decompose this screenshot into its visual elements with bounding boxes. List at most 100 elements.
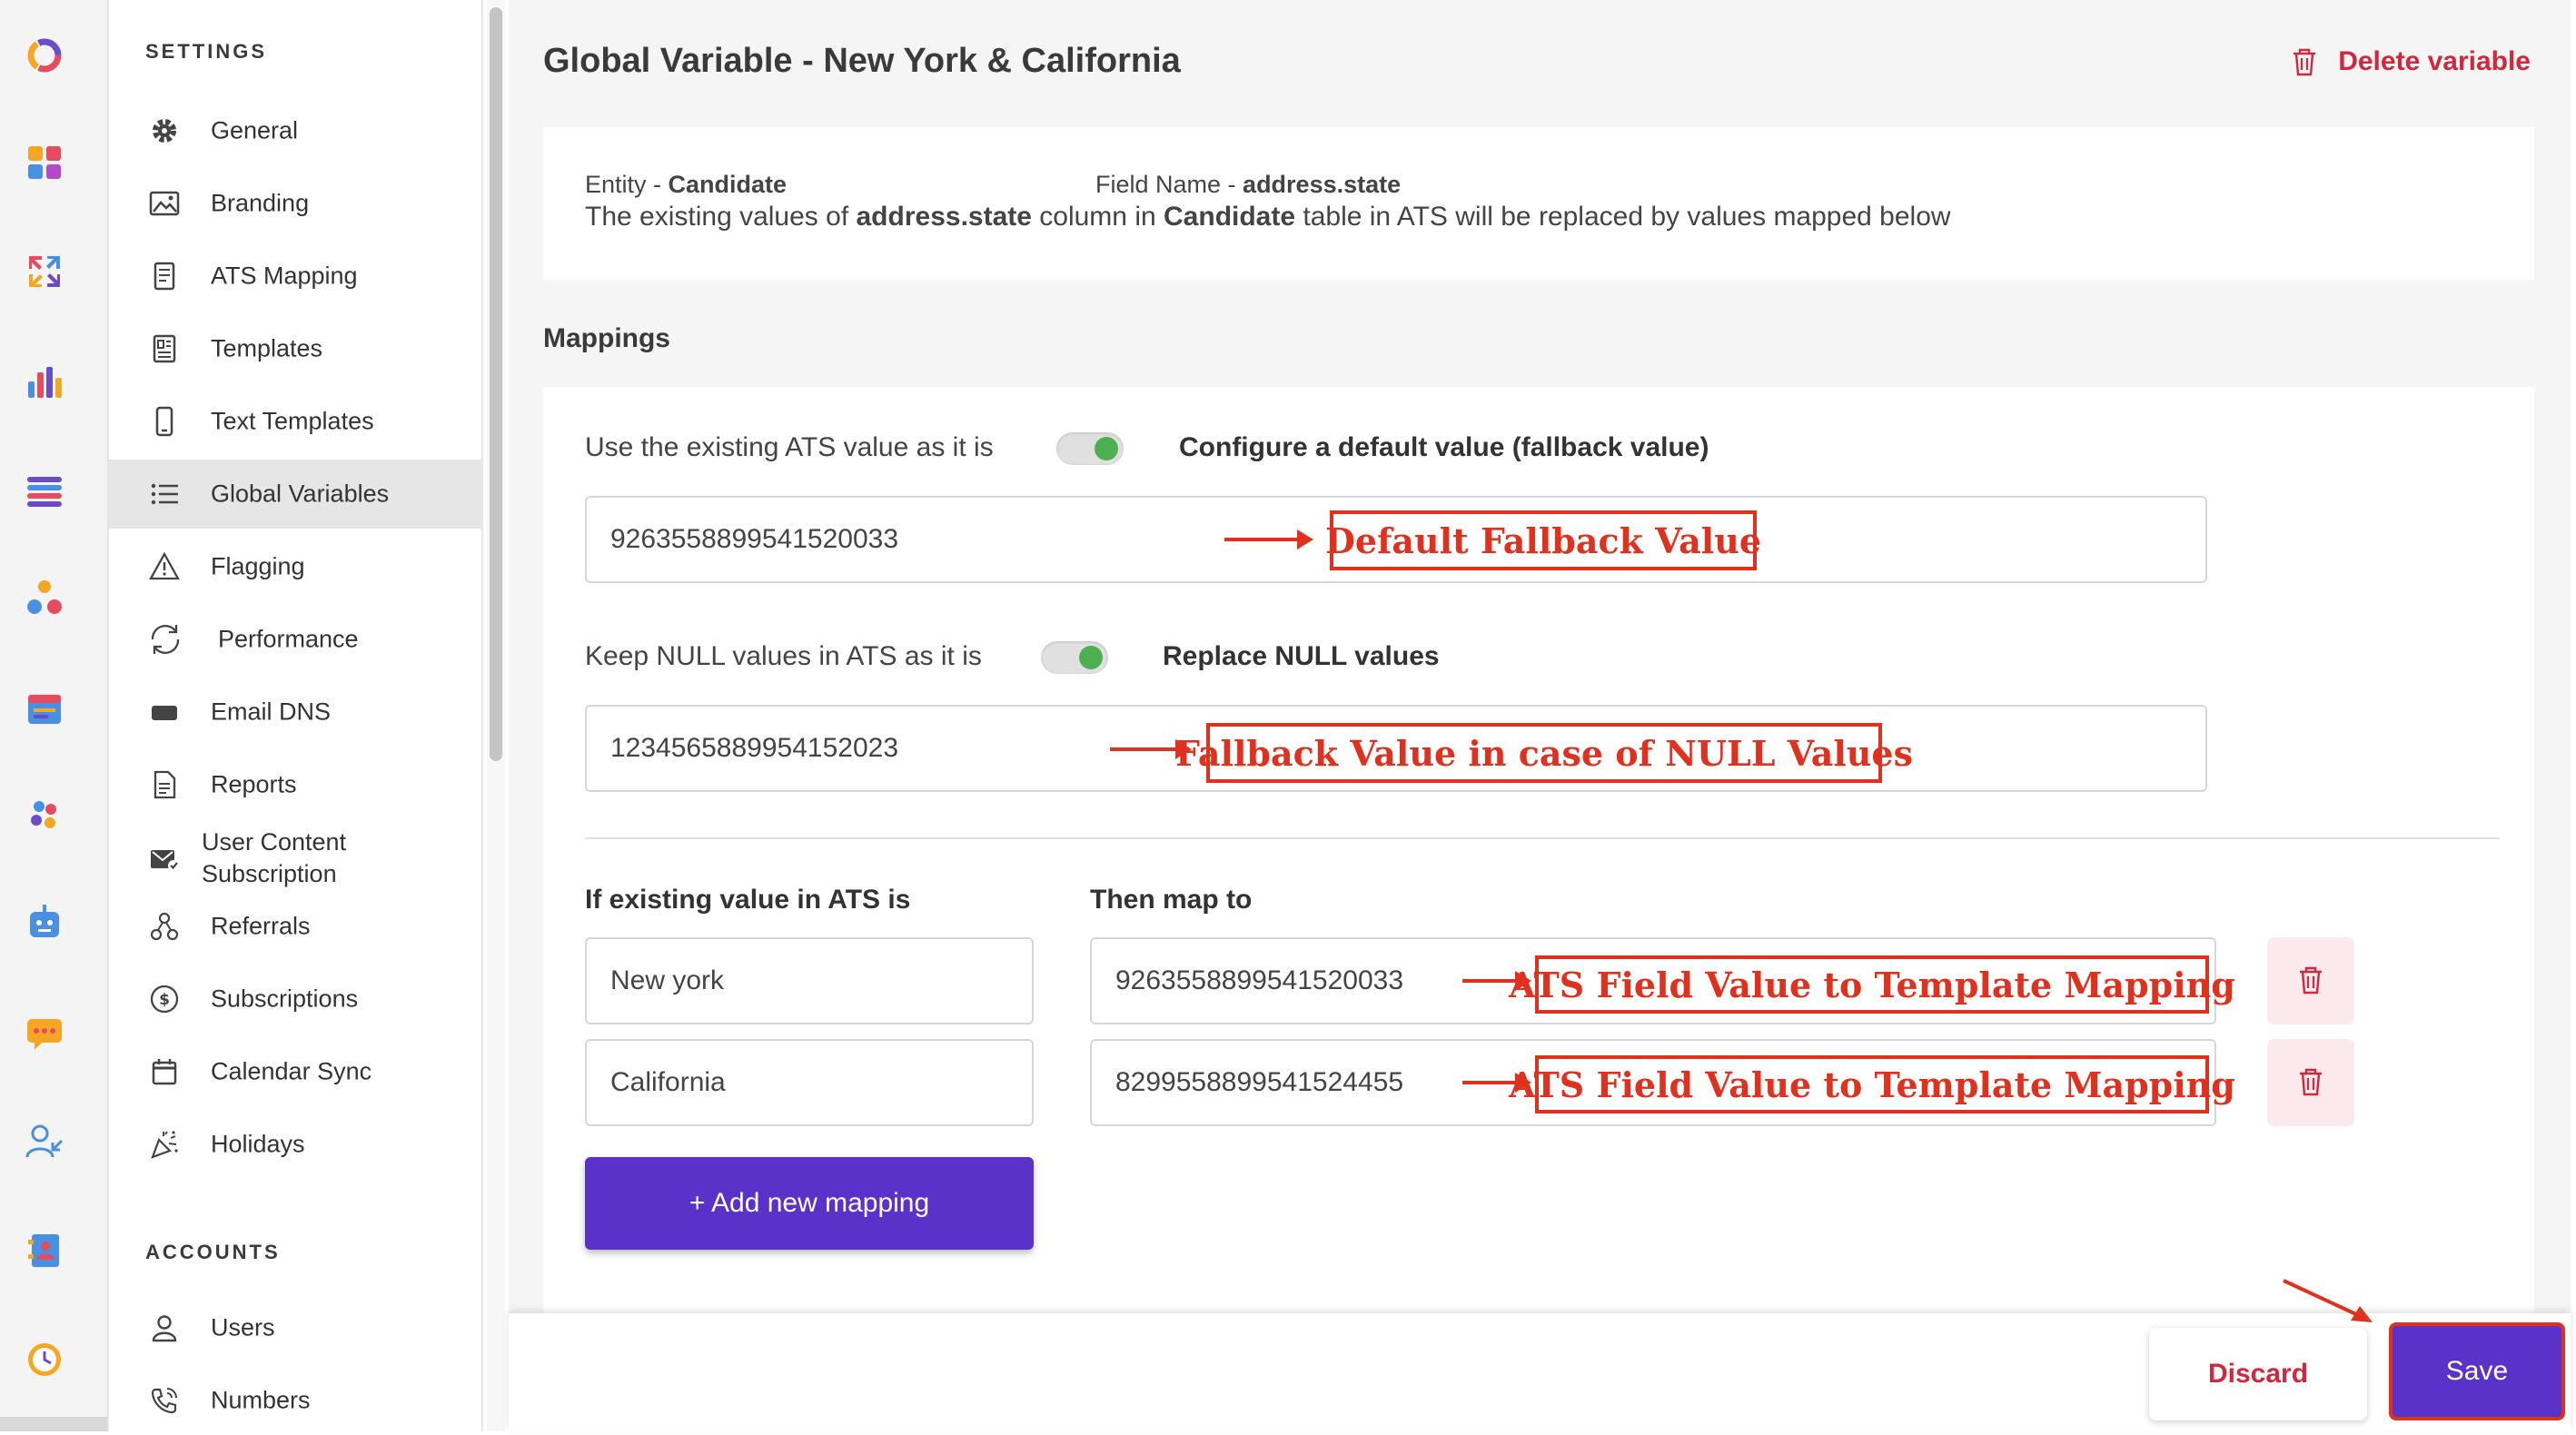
chat-icon[interactable] xyxy=(24,1012,65,1054)
sidebar-item-flagging[interactable]: Flagging xyxy=(109,532,481,601)
analytics-icon[interactable] xyxy=(24,361,65,403)
page-title: Global Variable - New York & California xyxy=(543,42,1181,80)
sidebar-item-holidays[interactable]: Holidays xyxy=(109,1110,481,1179)
column-existing-header: If existing value in ATS is xyxy=(585,885,911,915)
add-mapping-button[interactable]: + Add new mapping xyxy=(585,1157,1034,1250)
entity-label: Entity - xyxy=(585,171,669,198)
template-icon xyxy=(153,334,176,363)
main-content: Global Variable - New York & California … xyxy=(509,0,2571,1431)
delete-variable-button[interactable]: Delete variable xyxy=(2291,44,2531,80)
toggle-existing-label: Use the existing ATS value as it is xyxy=(585,432,994,462)
sidebar-item-branding[interactable]: Branding xyxy=(109,169,481,238)
sidebar-item-label: Referrals xyxy=(211,912,311,940)
discard-button[interactable]: Discard xyxy=(2149,1328,2367,1420)
sidebar-item-templates[interactable]: Templates xyxy=(109,314,481,383)
sidebar-item-referrals[interactable]: Referrals xyxy=(109,892,481,961)
sidebar-item-subscriptions[interactable]: $ Subscriptions xyxy=(109,965,481,1034)
sidebar-item-label: User Content Subscription xyxy=(202,828,347,887)
annotation-row-mapping: ATS Field Value to Template Mapping xyxy=(1509,1055,2235,1113)
entity-info: Entity - Candidate xyxy=(585,171,787,199)
save-annotation-arrow xyxy=(2283,1279,2373,1322)
sidebar-item-label: Calendar Sync xyxy=(211,1057,372,1085)
dashboard-icon[interactable] xyxy=(24,142,65,183)
description-field: address.state xyxy=(856,202,1032,232)
sidebar-item-email-dns[interactable]: Email DNS xyxy=(109,678,481,747)
refresh-icon xyxy=(151,625,180,654)
document-icon xyxy=(154,262,175,291)
sidebar-item-label: General xyxy=(211,116,299,144)
app-logo-icon[interactable] xyxy=(24,35,65,76)
accounts-heading: ACCOUNTS xyxy=(145,1241,281,1263)
svg-text:$: $ xyxy=(159,991,170,1009)
toggle-replace-null-label: Replace NULL values xyxy=(1163,641,1440,671)
trash-icon xyxy=(2300,1068,2322,1096)
sidebar-item-label: Email DNS xyxy=(211,698,332,726)
calendar-app-icon[interactable] xyxy=(24,687,65,728)
sidebar-item-label: Numbers xyxy=(211,1386,311,1414)
sidebar-item-ats-mapping[interactable]: ATS Mapping xyxy=(109,242,481,311)
trash-icon xyxy=(2294,48,2316,76)
annotation-arrow xyxy=(1224,529,1313,549)
sidebar-item-text-templates[interactable]: Text Templates xyxy=(109,387,481,456)
fallback-toggle[interactable] xyxy=(1056,432,1124,465)
field-name-info: Field Name - address.state xyxy=(1095,171,1401,199)
sidebar-item-user-content-subscription[interactable]: User Content Subscription xyxy=(109,819,481,897)
save-button[interactable]: Save xyxy=(2389,1322,2565,1420)
contacts-icon[interactable] xyxy=(24,1230,65,1272)
mail-check-icon xyxy=(151,850,179,871)
annotation-default-fallback: Default Fallback Value xyxy=(1325,510,1761,570)
entity-value: Candidate xyxy=(668,171,788,198)
sidebar-item-label: Reports xyxy=(211,770,297,798)
description-text: The existing values of xyxy=(585,202,857,232)
email-icon xyxy=(152,706,177,720)
annotation-null-fallback: Fallback Value in case of NULL Values xyxy=(1175,723,1913,783)
user-assign-icon[interactable] xyxy=(24,1121,65,1163)
calendar-icon xyxy=(152,1059,177,1085)
referral-icon xyxy=(150,912,179,941)
sidebar-item-label: Text Templates xyxy=(211,407,374,435)
sidebar-item-performance[interactable]: Performance xyxy=(109,605,481,674)
sidebar-item-users[interactable]: Users xyxy=(109,1293,481,1362)
existing-value-input[interactable]: California xyxy=(585,1039,1034,1126)
existing-value: California xyxy=(610,1067,726,1097)
existing-value-input[interactable]: New york xyxy=(585,937,1034,1024)
annotation-arrow xyxy=(1110,739,1192,759)
party-icon xyxy=(151,1131,178,1159)
sidebar-item-label: Templates xyxy=(211,334,323,362)
team-icon[interactable] xyxy=(24,578,65,619)
null-value: 1234565889954152023 xyxy=(610,733,899,763)
description-text: table in ATS will be replaced by values … xyxy=(1295,202,1951,232)
sidebar-item-label: Global Variables xyxy=(211,480,390,508)
section-divider xyxy=(585,837,2500,839)
annotation-row-mapping: ATS Field Value to Template Mapping xyxy=(1509,955,2235,1014)
replacement-description: The existing values of address.state col… xyxy=(585,202,1951,233)
null-toggle[interactable] xyxy=(1041,641,1108,674)
variable-info-card: Entity - Candidate Field Name - address.… xyxy=(543,127,2534,280)
sidebar-item-label: Branding xyxy=(211,189,310,217)
clock-icon[interactable] xyxy=(24,1339,65,1381)
toggle-default-label: Configure a default value (fallback valu… xyxy=(1179,432,1709,462)
list-app-icon[interactable] xyxy=(24,470,65,512)
delete-variable-label: Delete variable xyxy=(2338,46,2531,76)
toggle-null-label: Keep NULL values in ATS as it is xyxy=(585,641,982,671)
sidebar-item-calendar-sync[interactable]: Calendar Sync xyxy=(109,1037,481,1106)
sidebar-item-general[interactable]: General xyxy=(109,96,481,165)
sync-arrows-icon[interactable] xyxy=(24,251,65,292)
sidebar-item-label: Performance xyxy=(218,625,359,653)
rail-bottom-strip xyxy=(0,1417,107,1431)
sidebar-item-label: Subscriptions xyxy=(211,985,359,1013)
image-icon xyxy=(149,191,180,216)
sidebar-scrollbar-thumb[interactable] xyxy=(490,7,502,761)
sidebar-item-label: Users xyxy=(211,1313,275,1341)
phone-call-icon xyxy=(151,1388,177,1414)
delete-row-button[interactable] xyxy=(2267,1039,2354,1126)
sidebar-item-reports[interactable]: Reports xyxy=(109,750,481,819)
delete-row-button[interactable] xyxy=(2267,937,2354,1024)
sidebar-item-numbers[interactable]: Numbers xyxy=(109,1366,481,1435)
sidebar-item-global-variables[interactable]: Global Variables xyxy=(109,460,481,529)
field-name-value: address.state xyxy=(1243,171,1402,198)
bot-icon[interactable] xyxy=(24,901,65,943)
slack-icon[interactable] xyxy=(24,794,65,836)
action-footer: Discard Save xyxy=(509,1313,2571,1431)
list-icon xyxy=(151,483,178,505)
